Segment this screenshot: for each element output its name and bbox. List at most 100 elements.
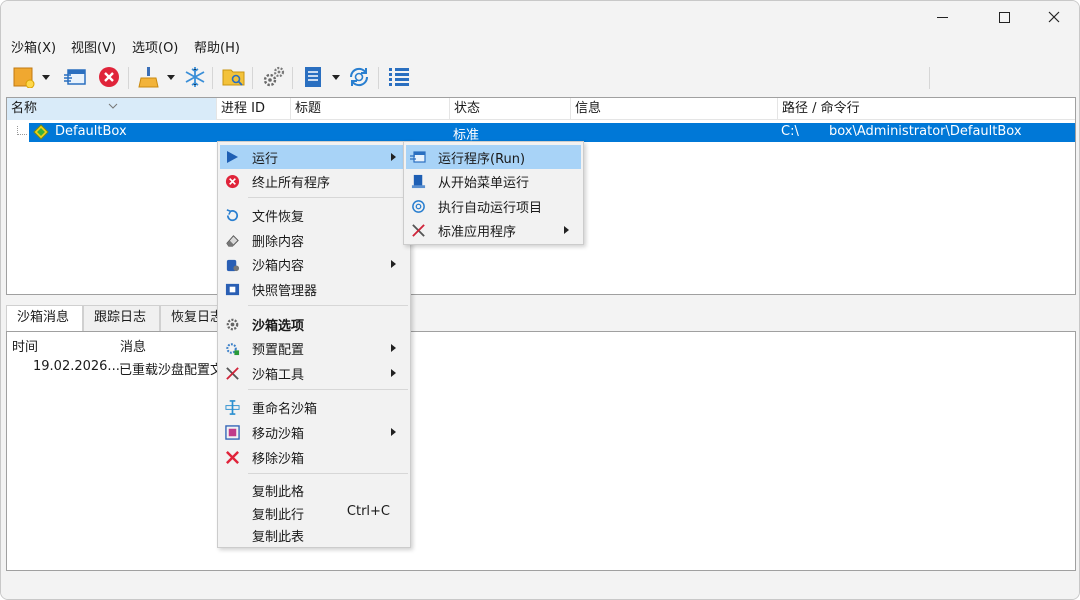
- freeze-button[interactable]: [183, 65, 207, 89]
- minimize-button[interactable]: [919, 1, 965, 33]
- new-box-icon: [13, 67, 35, 88]
- run-program-button[interactable]: [63, 65, 87, 89]
- menu-bar: 沙箱(X) 视图(V) 选项(O) 帮助(H): [1, 34, 1079, 56]
- tab-trace-log[interactable]: 跟踪日志: [83, 305, 160, 331]
- submenu-arrow-icon: [391, 428, 396, 436]
- log-row-message: 已重载沙盘配置文: [119, 363, 224, 378]
- box-path-prefix: C:\: [781, 124, 799, 139]
- title-bar: [1, 1, 1079, 33]
- submenu-item-autorun[interactable]: 执行自动运行项目: [406, 194, 581, 218]
- menu-item-rename-box[interactable]: 重命名沙箱: [220, 395, 408, 419]
- tools-icon: [224, 365, 240, 381]
- submenu-arrow-icon: [391, 344, 396, 352]
- menu-view[interactable]: 视图(V): [71, 37, 116, 56]
- explorer-icon: [222, 69, 245, 86]
- box-content-icon: [224, 256, 240, 272]
- gear-icon: [224, 316, 240, 332]
- sort-indicator-icon: [108, 98, 118, 113]
- menu-item-delete-content[interactable]: 删除内容: [220, 228, 408, 252]
- col-title[interactable]: 标题: [291, 98, 450, 120]
- toolbar-separator: [929, 67, 930, 89]
- box-path: box\Administrator\DefaultBox: [829, 124, 1022, 139]
- col-pid[interactable]: 进程 ID: [217, 98, 291, 120]
- sandbox-icon: [33, 124, 49, 144]
- cleanup-dropdown-icon[interactable]: [167, 75, 175, 80]
- menu-help[interactable]: 帮助(H): [194, 37, 240, 56]
- submenu-item-start-menu[interactable]: 从开始菜单运行: [406, 169, 581, 193]
- menu-item-copy-table[interactable]: 复制此表: [220, 523, 408, 547]
- menu-sandbox[interactable]: 沙箱(X): [11, 37, 56, 56]
- autorun-icon: [410, 198, 426, 214]
- menu-item-box-options[interactable]: 沙箱选项: [220, 312, 408, 336]
- toolbar-separator: [212, 67, 213, 89]
- submenu-arrow-icon: [391, 260, 396, 268]
- list-view-icon: [305, 67, 321, 87]
- menu-item-terminate-all[interactable]: 终止所有程序: [220, 169, 408, 193]
- run-program-icon: [410, 149, 426, 165]
- new-box-button[interactable]: [12, 65, 36, 89]
- log-col-time[interactable]: 时间: [12, 336, 38, 355]
- toolbar-separator: [292, 67, 293, 89]
- menu-separator: [248, 473, 408, 474]
- menu-item-copy-row[interactable]: 复制此行 Ctrl+C: [220, 501, 408, 525]
- status-bar: [1, 575, 1079, 599]
- settings-icon: [263, 66, 285, 87]
- tree-row-defaultbox[interactable]: DefaultBox 标准 C:\ box\Administrator\Defa…: [29, 123, 1075, 144]
- toolbar-separator: [252, 67, 253, 89]
- menu-item-file-recovery[interactable]: 文件恢复: [220, 203, 408, 227]
- terminate-icon: [224, 173, 240, 189]
- menu-item-run[interactable]: 运行: [220, 145, 408, 169]
- col-status[interactable]: 状态: [450, 98, 571, 120]
- menu-item-box-tools[interactable]: 沙箱工具: [220, 361, 408, 385]
- run-submenu: 运行程序(Run) 从开始菜单运行 执行自动运行项目 标准应用程序: [403, 141, 584, 245]
- run-program-icon: [64, 69, 86, 85]
- tools-icon: [410, 222, 426, 238]
- menu-item-copy-cell[interactable]: 复制此格: [220, 478, 408, 502]
- explore-box-button[interactable]: [222, 65, 246, 89]
- menu-item-move-box[interactable]: 移动沙箱: [220, 420, 408, 444]
- submenu-item-standard-apps[interactable]: 标准应用程序: [406, 218, 581, 242]
- eraser-icon: [224, 232, 240, 248]
- menu-item-remove-box[interactable]: 移除沙箱: [220, 445, 408, 469]
- app-window: 沙箱(X) 视图(V) 选项(O) 帮助(H) 名称 进程 ID 标题 状态 信…: [0, 0, 1080, 600]
- terminate-all-button[interactable]: [97, 65, 121, 89]
- freeze-icon: [185, 67, 205, 87]
- refresh-button[interactable]: [347, 65, 371, 89]
- log-col-message[interactable]: 消息: [120, 336, 146, 355]
- menu-item-presets[interactable]: 预置配置: [220, 336, 408, 360]
- submenu-arrow-icon: [391, 369, 396, 377]
- log-row-time: 19.02.2026...: [33, 359, 120, 374]
- toolbar: [1, 59, 1079, 95]
- maximize-button[interactable]: [981, 1, 1027, 33]
- menu-options[interactable]: 选项(O): [132, 37, 178, 56]
- tree-header: 名称 进程 ID 标题 状态 信息 路径 / 命令行: [7, 98, 1075, 120]
- snapshot-icon: [224, 281, 240, 297]
- settings-button[interactable]: [262, 65, 286, 89]
- minimize-icon: [936, 16, 948, 18]
- menu-separator: [248, 389, 408, 390]
- box-name: DefaultBox: [55, 124, 127, 139]
- details-button[interactable]: [387, 65, 411, 89]
- new-box-dropdown-icon[interactable]: [42, 75, 50, 80]
- play-icon: [224, 149, 240, 165]
- maximize-icon: [998, 11, 1010, 23]
- details-icon: [389, 68, 409, 86]
- close-button[interactable]: [1031, 1, 1077, 33]
- col-info[interactable]: 信息: [571, 98, 778, 120]
- menu-item-box-content[interactable]: 沙箱内容: [220, 252, 408, 276]
- view-dropdown-icon[interactable]: [332, 75, 340, 80]
- tab-sandbox-messages[interactable]: 沙箱消息: [6, 305, 83, 332]
- toolbar-separator: [378, 67, 379, 89]
- start-menu-icon: [410, 173, 426, 189]
- move-icon: [224, 424, 240, 440]
- col-path[interactable]: 路径 / 命令行: [778, 98, 1075, 120]
- preset-icon: [224, 340, 240, 356]
- cleanup-button[interactable]: [136, 65, 160, 89]
- submenu-item-run-program[interactable]: 运行程序(Run): [406, 145, 581, 169]
- menu-item-snapshot-manager[interactable]: 快照管理器: [220, 277, 408, 301]
- list-view-button[interactable]: [301, 65, 325, 89]
- context-menu: 运行 终止所有程序 文件恢复 删除内容 沙箱内容 快照管理器 沙箱选项 预置配置…: [217, 141, 411, 548]
- menu-separator: [248, 305, 408, 306]
- terminate-icon: [99, 67, 119, 87]
- menu-separator: [248, 197, 408, 198]
